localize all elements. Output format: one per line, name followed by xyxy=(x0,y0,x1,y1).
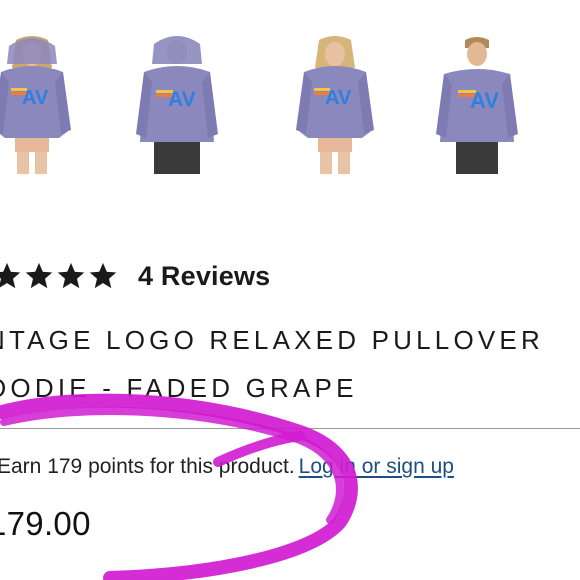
points-text: Earn 179 points for this product. xyxy=(0,455,295,478)
product-title-line-2: OODIE - FADED GRAPE xyxy=(0,373,358,403)
login-signup-link[interactable]: Log in or sign up xyxy=(299,455,454,478)
product-image-gallery: AV AV AV AV xyxy=(0,0,580,175)
thumbnail-3-female-model[interactable]: AV xyxy=(290,34,380,174)
divider xyxy=(0,428,580,429)
star-icon xyxy=(57,262,85,289)
reviews-count-link[interactable]: 4 Reviews xyxy=(138,261,270,292)
thumbnail-4-male-model[interactable]: AV xyxy=(432,34,522,174)
svg-text:AV: AV xyxy=(168,88,196,111)
svg-text:AV: AV xyxy=(325,87,352,109)
star-icon xyxy=(0,262,21,289)
svg-text:AV: AV xyxy=(22,87,49,109)
thumbnail-1-female-model[interactable]: AV xyxy=(0,34,77,174)
loyalty-points-message: Earn 179 points for this product. Log in … xyxy=(0,455,454,479)
star-icon xyxy=(89,262,117,289)
star-rating xyxy=(0,261,118,291)
star-icon xyxy=(25,262,53,289)
product-title-line-1: NTAGE LOGO RELAXED PULLOVER xyxy=(0,325,544,355)
svg-text:AV: AV xyxy=(470,88,499,113)
thumbnail-2-male-model[interactable]: AV xyxy=(132,34,222,174)
product-title: NTAGE LOGO RELAXED PULLOVER OODIE - FADE… xyxy=(0,316,544,412)
product-price: 179.00 xyxy=(0,505,91,542)
rating-summary: 4 Reviews xyxy=(0,258,270,294)
